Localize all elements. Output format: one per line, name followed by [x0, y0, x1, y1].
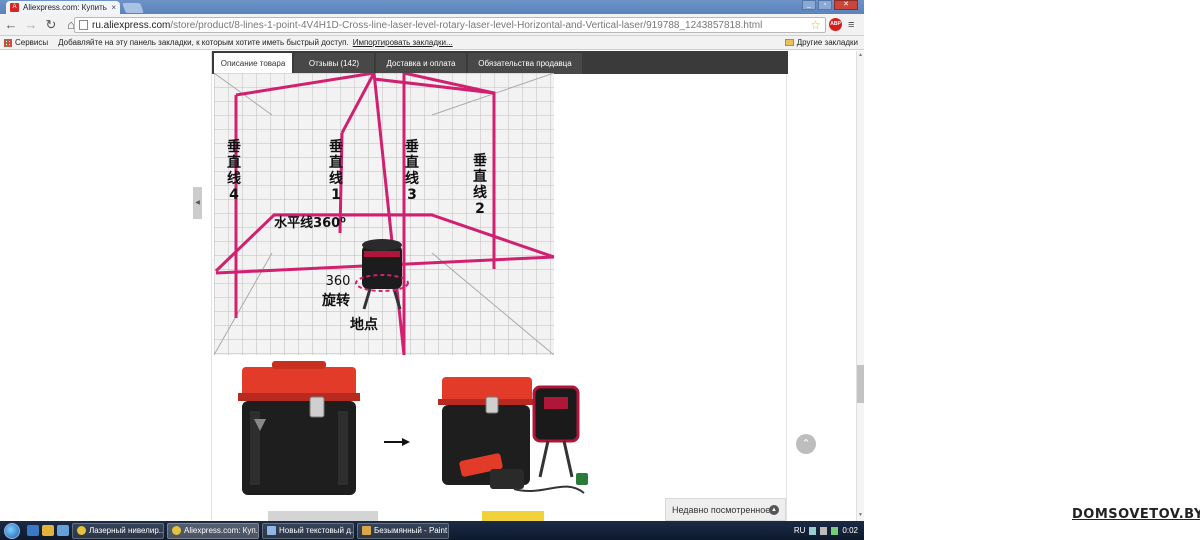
taskbar-item[interactable]: Лазерный нивелир...	[72, 522, 164, 539]
url-host: ru.aliexpress.com	[92, 19, 171, 31]
windows-orb-icon	[4, 522, 20, 539]
taskbar-item-label: Лазерный нивелир...	[89, 526, 164, 535]
scroll-up-icon[interactable]: ▲	[857, 52, 864, 60]
paint-icon	[362, 526, 371, 535]
browser-toolbar: ← → ↻ ⌂ ru.aliexpress.com /store/product…	[0, 14, 864, 36]
scroll-down-icon[interactable]: ▼	[857, 512, 864, 520]
apps-grid-icon	[4, 38, 12, 47]
clock[interactable]: 0:02	[842, 526, 858, 535]
taskbar-item-label: Aliexpress.com: Куп...	[184, 526, 259, 535]
browser-tab-title: Aliexpress.com: Купить 2(	[23, 3, 109, 12]
blank-area	[864, 0, 1200, 540]
reload-icon[interactable]: ↻	[42, 16, 60, 34]
bookmarks-bar: Сервисы Добавляйте на эту панель закладк…	[0, 36, 864, 50]
new-tab-button[interactable]	[122, 3, 144, 13]
scroll-to-top-button[interactable]: ⌃	[796, 434, 816, 454]
bookmarks-hint: Добавляйте на эту панель закладки, к кот…	[58, 38, 349, 47]
tab-shipping[interactable]: Доставка и оплата	[376, 53, 466, 74]
windows-taskbar: Лазерный нивелир... Aliexpress.com: Куп.…	[0, 521, 864, 540]
recently-viewed-label: Недавно посмотренное	[672, 504, 771, 515]
back-arrow-icon[interactable]: ←	[2, 16, 20, 34]
carry-case-kit-image	[214, 357, 614, 507]
tab-seller-guarantees[interactable]: Обязательства продавца	[468, 53, 582, 74]
minimize-icon[interactable]: _	[802, 0, 816, 10]
scrollbar-thumb[interactable]	[857, 365, 864, 403]
chrome-icon	[172, 526, 181, 535]
media-player-icon[interactable]	[57, 525, 69, 536]
adblock-icon[interactable]: ABP	[829, 18, 842, 31]
notepad-icon	[267, 526, 276, 535]
taskbar-item[interactable]: Новый текстовый д...	[262, 522, 354, 539]
label-rotation: 旋转	[321, 292, 350, 309]
taskbar-item[interactable]: Безымянный - Paint	[357, 522, 449, 539]
page-scrollbar[interactable]: ▲ ▼	[856, 51, 864, 521]
taskbar-item[interactable]: Aliexpress.com: Куп...	[167, 522, 259, 539]
close-window-icon[interactable]: ✕	[834, 0, 858, 10]
restore-icon[interactable]: ▫	[818, 0, 832, 10]
product-tabs: Описание товара Отзывы (142) Доставка и …	[212, 51, 788, 74]
chrome-icon	[77, 526, 86, 535]
forward-arrow-icon[interactable]: →	[22, 16, 40, 34]
show-desktop-icon[interactable]	[27, 525, 39, 536]
chevron-up-icon[interactable]: ▲	[769, 505, 779, 515]
apps-bookmark[interactable]: Сервисы	[4, 38, 48, 47]
page-content: ◀ Описание товара Отзывы (142) Доставка …	[0, 51, 856, 521]
label-horizontal-360: 水平线360⁰	[274, 215, 346, 231]
menu-icon[interactable]: ≡	[848, 19, 854, 31]
carry-case-icon	[238, 361, 360, 495]
import-bookmarks-link[interactable]: Импортировать закладки...	[353, 38, 453, 47]
laser-level-diagram-image: 垂直线 4 垂直线 1 垂直线 3 垂直线 2 水平线360⁰ 360 旋转 地点	[214, 73, 554, 355]
language-indicator[interactable]: RU	[794, 526, 806, 535]
product-column: Описание товара Отзывы (142) Доставка и …	[211, 51, 788, 521]
tab-reviews[interactable]: Отзывы (142)	[294, 53, 374, 74]
system-tray: RU 0:02	[794, 526, 864, 535]
apps-label: Сервисы	[15, 38, 49, 47]
next-image-edge	[268, 511, 544, 521]
browser-window: A Aliexpress.com: Купить 2( × _ ▫ ✕ ← → …	[0, 0, 864, 540]
page-icon	[79, 20, 88, 30]
bookmark-star-icon[interactable]: ☆	[810, 18, 821, 32]
volume-icon[interactable]	[820, 526, 828, 535]
explorer-icon[interactable]	[42, 525, 54, 536]
label-rotation-number: 360	[326, 274, 351, 289]
window-controls: _ ▫ ✕	[802, 0, 858, 10]
folder-icon	[784, 39, 794, 46]
url-path: /store/product/8-lines-1-point-4V4H1D-Cr…	[170, 19, 763, 31]
network-icon[interactable]	[809, 526, 817, 535]
taskbar-item-label: Новый текстовый д...	[279, 526, 354, 535]
address-bar[interactable]: ru.aliexpress.com /store/product/8-lines…	[74, 17, 826, 33]
start-button[interactable]	[0, 521, 24, 540]
collapse-sidebar-handle[interactable]: ◀	[193, 187, 202, 219]
tab-description[interactable]: Описание товара	[214, 53, 292, 74]
browser-tab[interactable]: A Aliexpress.com: Купить 2( ×	[6, 1, 120, 14]
recently-viewed-panel[interactable]: Недавно посмотренное ▲	[665, 498, 786, 521]
tab-close-icon[interactable]: ×	[111, 3, 116, 12]
other-bookmarks-label: Другие закладки	[796, 38, 858, 47]
watermark: DOMSOVETOV.BY	[1072, 507, 1200, 522]
taskbar-item-label: Безымянный - Paint	[374, 526, 448, 535]
tab-strip: A Aliexpress.com: Купить 2( × _ ▫ ✕	[0, 0, 864, 14]
label-ground-point: 地点	[350, 316, 378, 333]
aliexpress-favicon-icon: A	[10, 3, 19, 12]
flag-icon[interactable]	[831, 526, 839, 535]
other-bookmarks[interactable]: Другие закладки	[784, 38, 858, 47]
